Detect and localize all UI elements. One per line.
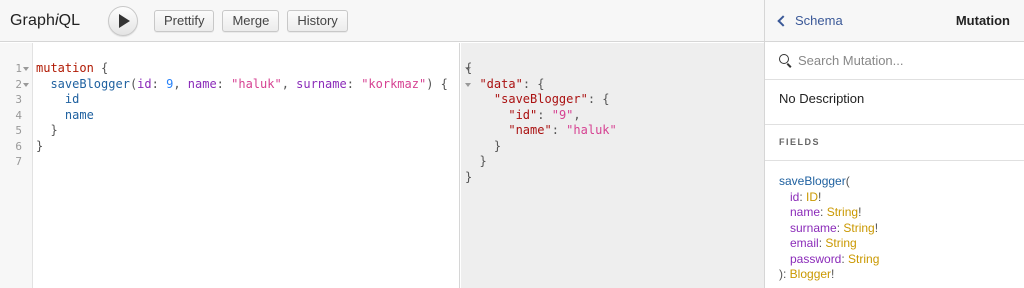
field-definition: saveBlogger( id: ID! name: String! surna…	[765, 161, 1024, 283]
line-number: 3	[15, 93, 22, 106]
arg-type-link[interactable]: String	[843, 221, 874, 235]
result-line: {	[465, 61, 473, 75]
result-line: }	[493, 138, 502, 153]
docs-title: Mutation	[955, 13, 1010, 28]
field-name-link[interactable]: saveBlogger	[779, 174, 846, 188]
back-label: Schema	[795, 13, 843, 28]
result-line: }	[479, 154, 487, 168]
chevron-left-icon	[777, 14, 789, 27]
arg-type-link[interactable]: ID	[806, 190, 818, 204]
query-editor[interactable]: 1 2 3 4 5 6 7 mutation { saveBlogger(id:…	[0, 43, 460, 288]
field-argument: password: String	[790, 251, 880, 266]
result-line: }	[465, 169, 473, 184]
line-number: 7	[15, 155, 22, 168]
type-description: No Description	[765, 80, 1024, 125]
code-line: }	[50, 123, 58, 137]
line-number: 6	[15, 139, 22, 153]
result-line: "saveBlogger": {	[493, 92, 610, 106]
code-line: name	[64, 107, 94, 122]
field-argument: email: String	[790, 236, 857, 250]
line-number: 2	[15, 77, 22, 91]
fold-arrow-icon[interactable]	[23, 67, 29, 71]
prettify-button[interactable]: Prettify	[154, 9, 215, 32]
toolbar: GraphiQL Prettify Merge History	[0, 0, 764, 42]
code-line: saveBlogger(id: 9, name: "haluk", surnam…	[50, 76, 448, 91]
fields-header: FIELDS	[765, 125, 1024, 161]
result-line: "data": {	[479, 76, 545, 91]
play-icon	[119, 13, 130, 28]
merge-button[interactable]: Merge	[222, 9, 280, 32]
docs-explorer: Schema Mutation No Description FIELDS sa…	[764, 0, 1024, 288]
result-json: { "data": { "saveBlogger": { "id": "9", …	[465, 61, 617, 185]
code-line: }	[36, 138, 44, 153]
line-number: 4	[15, 108, 22, 122]
field-argument: id: ID!	[790, 189, 822, 204]
graphiql-logo: GraphiQL	[10, 11, 81, 29]
arg-type-link[interactable]: String	[825, 236, 856, 250]
code-line: id	[64, 92, 80, 106]
search-input[interactable]	[798, 53, 998, 68]
line-number: 1	[15, 62, 22, 75]
field-argument: name: String!	[790, 205, 862, 219]
result-viewer: { "data": { "saveBlogger": { "id": "9", …	[461, 43, 764, 288]
field-argument: surname: String!	[790, 220, 879, 235]
line-number-gutter: 1 2 3 4 5 6 7	[0, 43, 33, 288]
arg-type-link[interactable]: String	[848, 252, 879, 266]
docs-search	[765, 42, 1024, 80]
fold-arrow-icon[interactable]	[23, 82, 29, 87]
history-button[interactable]: History	[287, 9, 348, 32]
back-to-schema-link[interactable]: Schema	[777, 13, 843, 28]
return-type-link[interactable]: Blogger	[790, 267, 831, 281]
line-number: 5	[15, 124, 22, 137]
execute-query-button[interactable]	[108, 5, 138, 36]
arg-type-link[interactable]: String	[827, 205, 858, 219]
docs-header: Schema Mutation	[765, 0, 1024, 42]
search-icon	[779, 53, 793, 68]
code-line: mutation {	[36, 61, 109, 75]
result-line: "id": "9",	[508, 107, 581, 122]
result-line: "name": "haluk"	[508, 123, 617, 137]
query-code[interactable]: mutation { saveBlogger(id: 9, name: "hal…	[36, 61, 448, 170]
